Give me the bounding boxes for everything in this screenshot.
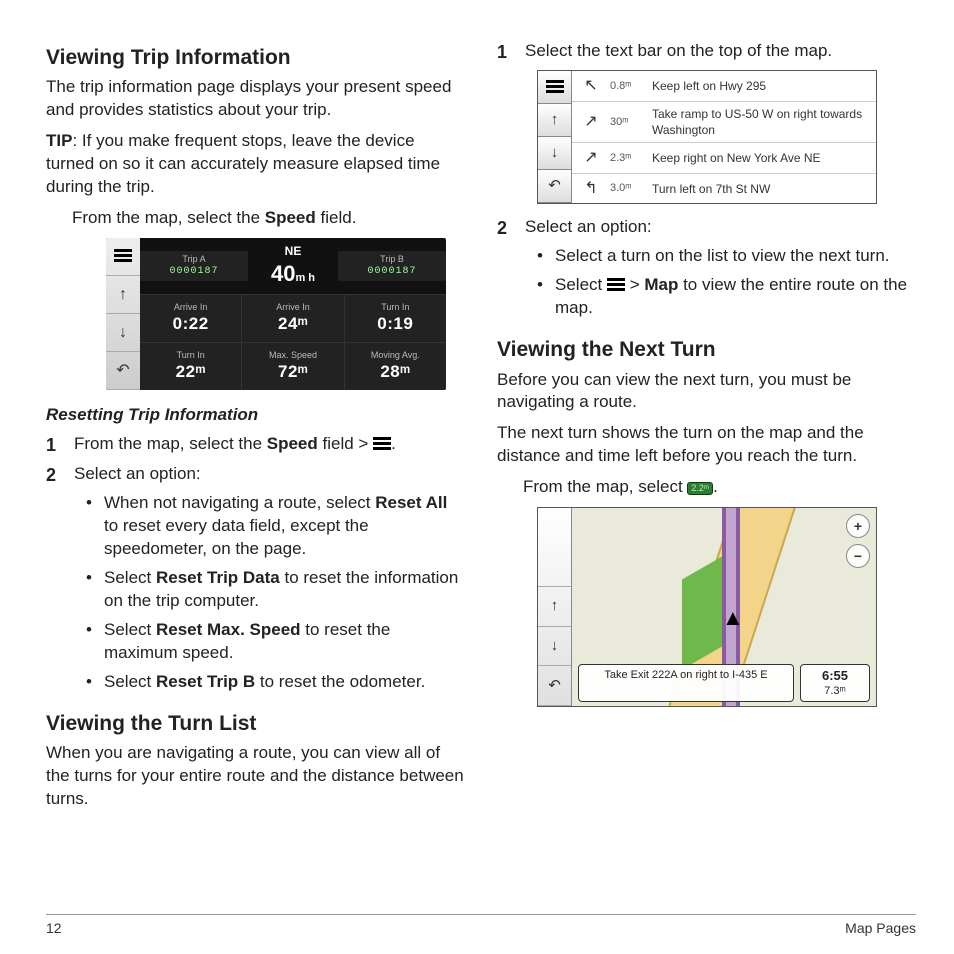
menu-icon <box>106 238 140 276</box>
left-column: Viewing Trip Information The trip inform… <box>46 34 465 819</box>
next-turn-p2: The next turn shows the turn on the map … <box>497 422 916 468</box>
blank <box>538 508 571 587</box>
bear-right-icon: ↗ <box>580 147 602 169</box>
next-turn-p1: Before you can view the next turn, you m… <box>497 369 916 415</box>
trip-computer-figure: ↑ ↓ ↶ Trip A 0000187 NE 40m h Trip B <box>106 238 446 390</box>
page-footer: 12 Map Pages <box>46 914 916 938</box>
reset-step-1: 1 From the map, select the Speed field >… <box>46 433 465 457</box>
turn-list-figure: ↑ ↓ ↶ ↖ 0.8ᵐ Keep left on Hwy 295 ↗ 30ᵐ … <box>537 70 877 204</box>
reset-opt-trip-b: Select Reset Trip B to reset the odomete… <box>86 671 465 694</box>
heading-turn-list: Viewing the Turn List <box>46 710 465 738</box>
up-arrow-icon: ↑ <box>538 587 571 627</box>
menu-icon <box>373 437 391 451</box>
reset-opt-trip-data: Select Reset Trip Data to reset the info… <box>86 567 465 613</box>
turnlist-opt-1: Select a turn on the list to view the ne… <box>537 245 916 268</box>
next-turn-from-map: From the map, select 2.2ᵐ. <box>523 476 916 499</box>
turnlist-step-1: 1 Select the text bar on the top of the … <box>497 40 916 64</box>
reset-opt-all: When not navigating a route, select Rese… <box>86 492 465 561</box>
ramp-right-icon: ↗ <box>580 111 602 133</box>
heading-resetting-trip: Resetting Trip Information <box>46 404 465 427</box>
down-arrow-icon: ↓ <box>106 314 140 352</box>
reset-opt-max-speed: Select Reset Max. Speed to reset the max… <box>86 619 465 665</box>
turn-row: ↖ 0.8ᵐ Keep left on Hwy 295 <box>572 71 876 102</box>
menu-icon <box>538 71 571 104</box>
heading-next-turn: Viewing the Next Turn <box>497 336 916 364</box>
turnlist-opt-2: Select > Map to view the entire route on… <box>537 274 916 320</box>
zoom-in-icon: + <box>846 514 870 538</box>
trip-info-desc: The trip information page displays your … <box>46 76 465 122</box>
up-arrow-icon: ↑ <box>106 276 140 314</box>
section-title: Map Pages <box>845 919 916 938</box>
up-arrow-icon: ↑ <box>538 104 571 137</box>
down-arrow-icon: ↓ <box>538 137 571 170</box>
next-turn-chip-icon: 2.2ᵐ <box>687 482 713 495</box>
back-icon: ↶ <box>538 666 571 706</box>
vehicle-arrow-icon: ▲ <box>722 603 744 633</box>
turn-row: ↗ 30ᵐ Take ramp to US-50 W on right towa… <box>572 102 876 143</box>
back-icon: ↶ <box>538 170 571 203</box>
reset-step-2: 2 Select an option: When not navigating … <box>46 463 465 699</box>
trip-info-tip: TIP: If you make frequent stops, leave t… <box>46 130 465 199</box>
menu-icon <box>607 278 625 292</box>
next-turn-map-figure: ↑ ↓ ↶ ▲ + − Take Exit 222A on right to I… <box>537 507 877 707</box>
bear-left-icon: ↖ <box>580 75 602 97</box>
next-turn-time-dist: 6:55 7.3ᵐ <box>800 664 870 702</box>
right-column: 1 Select the text bar on the top of the … <box>497 34 916 819</box>
next-turn-instruction: Take Exit 222A on right to I-435 E <box>578 664 794 702</box>
down-arrow-icon: ↓ <box>538 627 571 667</box>
turnlist-step-2: 2 Select an option: Select a turn on the… <box>497 216 916 326</box>
from-map-speed: From the map, select the Speed field. <box>72 207 465 230</box>
turn-row: ↗ 2.3ᵐ Keep right on New York Ave NE <box>572 143 876 174</box>
zoom-out-icon: − <box>846 544 870 568</box>
turn-row: ↰ 3.0ᵐ Turn left on 7th St NW <box>572 174 876 204</box>
back-icon: ↶ <box>106 352 140 390</box>
page-number: 12 <box>46 919 62 938</box>
turn-left-icon: ↰ <box>580 178 602 200</box>
heading-viewing-trip-info: Viewing Trip Information <box>46 44 465 72</box>
turn-list-desc: When you are navigating a route, you can… <box>46 742 465 811</box>
